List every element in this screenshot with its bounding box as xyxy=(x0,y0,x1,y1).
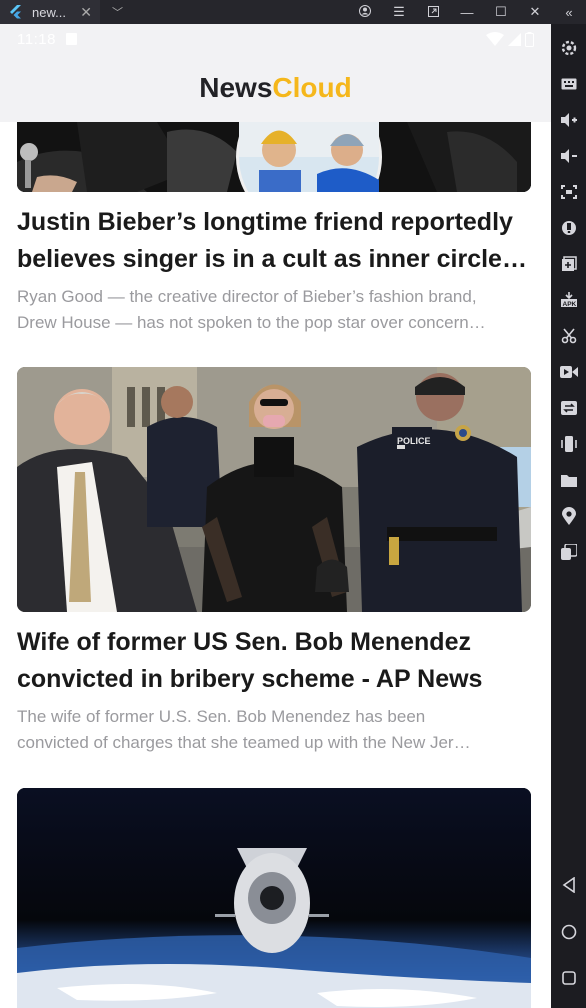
popout-icon[interactable] xyxy=(416,5,450,20)
article-description: The wife of former U.S. Sen. Bob Menende… xyxy=(17,704,531,756)
volume-down-icon[interactable] xyxy=(551,138,586,174)
phone-screen: 11:18 NewsCloud Justin Bieber’s longtime… xyxy=(0,24,551,1008)
logo-news: News xyxy=(199,72,273,103)
article-title[interactable]: Wife of former US Sen. Bob Menendez conv… xyxy=(17,624,531,698)
app-logo: NewsCloud xyxy=(199,72,351,104)
battery-icon xyxy=(525,31,534,47)
article-title[interactable]: Justin Bieber’s longtime friend reported… xyxy=(17,204,531,278)
article-description-line: convicted of charges that she teamed up … xyxy=(17,733,471,752)
article-description: Ryan Good — the creative director of Bie… xyxy=(17,284,531,336)
settings-icon[interactable] xyxy=(551,30,586,66)
close-tab-icon[interactable]: ✕ xyxy=(80,4,92,21)
svg-text:APK: APK xyxy=(562,301,576,308)
article-image-graphic: POLICE xyxy=(17,367,531,612)
article-card[interactable]: Justin Bieber’s longtime friend reported… xyxy=(17,122,531,336)
recents-icon[interactable] xyxy=(561,971,576,990)
article-description-line: Ryan Good — the creative director of Bie… xyxy=(17,287,477,306)
emulator-title-bar: new... ✕ ﹀ ☰ — ☐ ✕ « xyxy=(0,0,586,24)
signal-icon xyxy=(508,32,521,46)
window-tab-title: new... xyxy=(32,4,66,20)
collapse-icon[interactable]: « xyxy=(552,5,586,20)
status-bar: 11:18 xyxy=(0,24,551,54)
article-image[interactable]: POLICE xyxy=(17,367,531,612)
minimize-icon[interactable]: — xyxy=(450,5,484,20)
folder-icon[interactable] xyxy=(551,462,586,498)
apk-icon[interactable]: APK xyxy=(551,282,586,318)
window-tab[interactable]: new... ✕ xyxy=(0,0,100,24)
keyboard-icon[interactable] xyxy=(551,66,586,102)
article-description-line: The wife of former U.S. Sen. Bob Menende… xyxy=(17,707,426,726)
article-image[interactable] xyxy=(17,788,531,1008)
flutter-icon xyxy=(10,5,21,19)
article-image-graphic xyxy=(17,788,531,1008)
sim-icon xyxy=(65,33,77,45)
menu-icon[interactable]: ☰ xyxy=(382,4,416,20)
article-image[interactable] xyxy=(17,122,531,192)
maximize-icon[interactable]: ☐ xyxy=(484,4,518,20)
logo-cloud: Cloud xyxy=(272,72,352,103)
news-feed[interactable]: Justin Bieber’s longtime friend reported… xyxy=(0,122,551,1008)
close-icon[interactable]: ✕ xyxy=(518,4,552,20)
back-icon[interactable] xyxy=(562,876,576,898)
shake-icon[interactable] xyxy=(551,210,586,246)
account-icon[interactable] xyxy=(348,4,382,20)
screenshot-icon[interactable] xyxy=(551,174,586,210)
scissors-icon[interactable] xyxy=(551,318,586,354)
wifi-icon xyxy=(486,32,504,46)
svg-text:POLICE: POLICE xyxy=(397,436,431,446)
emulator-toolbar: APK xyxy=(551,24,586,1008)
location-icon[interactable] xyxy=(551,498,586,534)
article-image-graphic xyxy=(17,122,531,192)
chevron-down-icon[interactable]: ﹀ xyxy=(112,4,123,20)
rotate-icon[interactable] xyxy=(551,426,586,462)
article-description-line: Drew House — has not spoken to the pop s… xyxy=(17,313,486,332)
multi-instance-icon[interactable] xyxy=(551,534,586,570)
sync-icon[interactable] xyxy=(551,390,586,426)
status-time: 11:18 xyxy=(17,30,56,48)
article-card[interactable] xyxy=(17,788,531,1008)
app-bar: NewsCloud xyxy=(0,54,551,122)
volume-up-icon[interactable] xyxy=(551,102,586,138)
article-card[interactable]: POLICE Wife of former US Sen. Bob Menend… xyxy=(17,367,531,756)
record-icon[interactable] xyxy=(551,354,586,390)
home-icon[interactable] xyxy=(561,924,577,945)
add-window-icon[interactable] xyxy=(551,246,586,282)
